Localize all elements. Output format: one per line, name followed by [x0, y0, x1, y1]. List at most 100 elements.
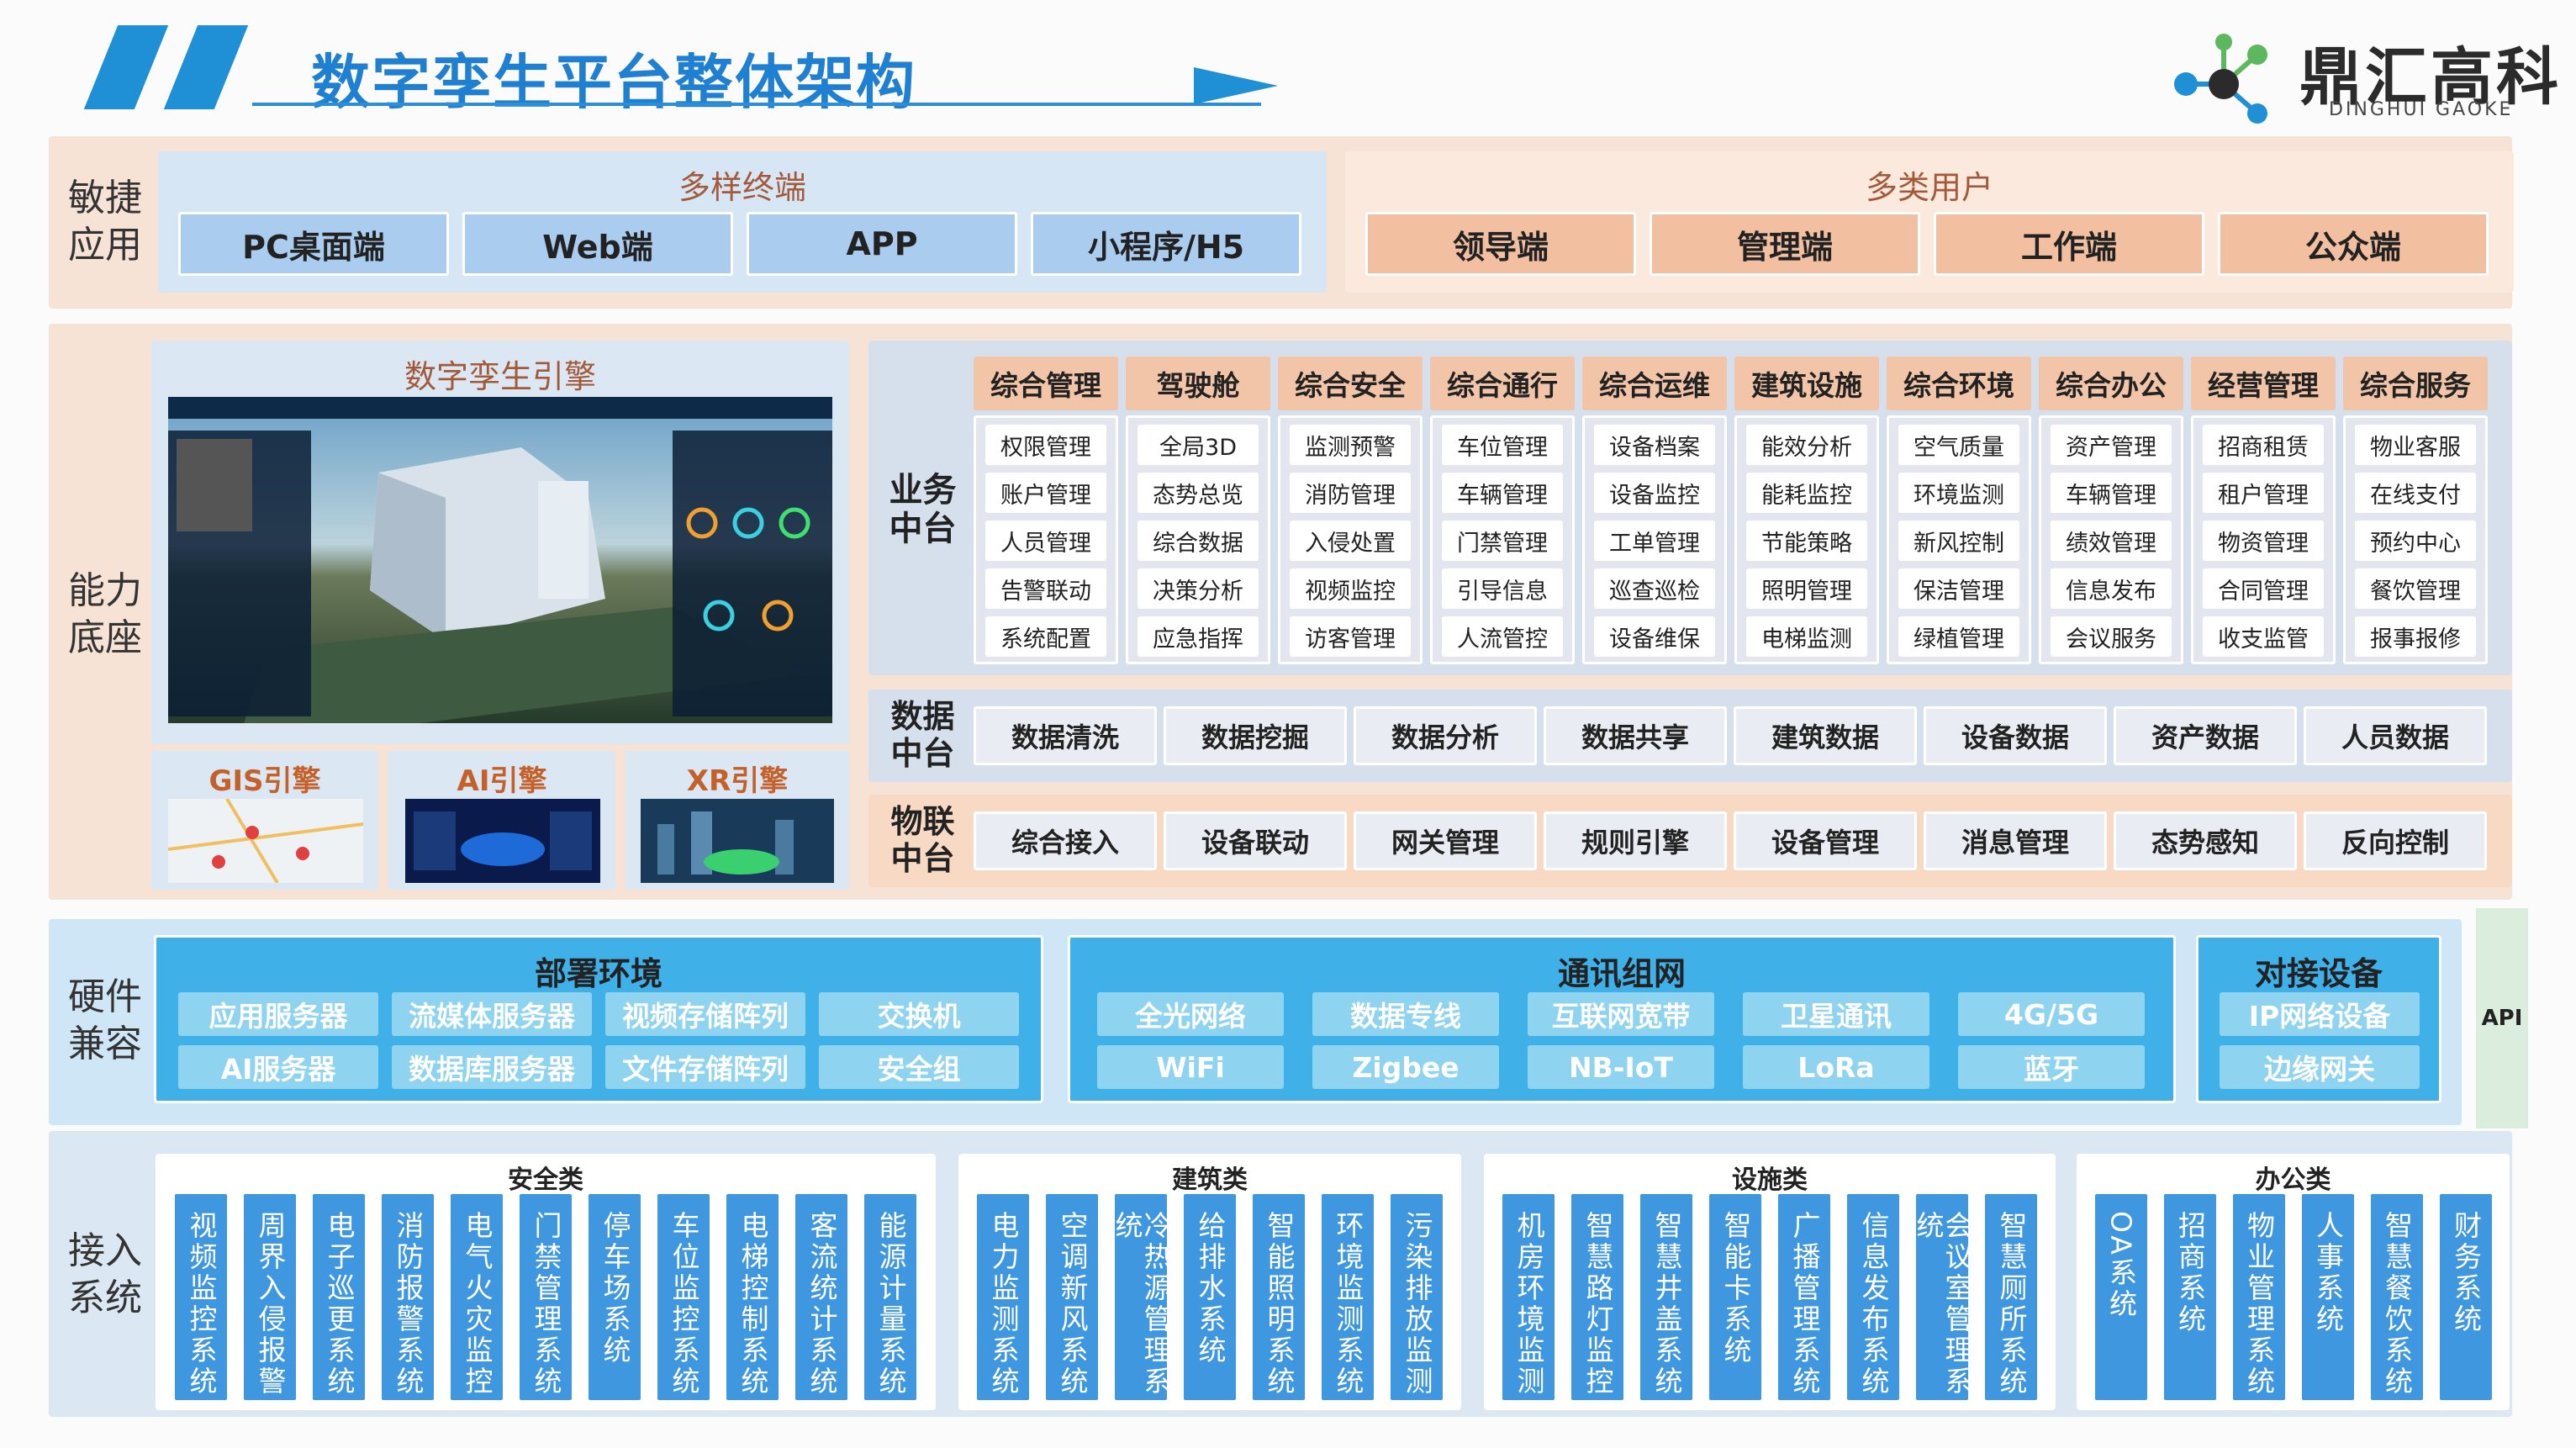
business-item[interactable]: 环境监测 — [1898, 473, 2019, 513]
business-category[interactable]: 综合办公 — [2039, 357, 2183, 410]
business-item[interactable]: 在线支付 — [2355, 473, 2476, 513]
deploy-item[interactable]: 数据库服务器 — [392, 1045, 592, 1089]
business-item[interactable]: 工单管理 — [1594, 521, 1715, 561]
business-item[interactable]: 车位管理 — [1442, 425, 1563, 465]
access-system[interactable]: 电子巡更系统 — [313, 1194, 365, 1400]
access-system[interactable]: 智能卡系统 — [1709, 1194, 1761, 1400]
data-item[interactable]: 数据挖掘 — [1164, 706, 1347, 765]
access-system[interactable]: 智慧路灯监控 — [1571, 1194, 1623, 1400]
terminal-box[interactable]: Web端 — [462, 212, 733, 276]
business-item[interactable]: 节能策略 — [1746, 521, 1867, 561]
business-category[interactable]: 综合运维 — [1582, 357, 1727, 410]
data-item[interactable]: 资产数据 — [2114, 706, 2297, 765]
network-item[interactable]: 数据专线 — [1312, 992, 1499, 1036]
data-item[interactable]: 数据清洗 — [974, 706, 1157, 765]
access-system[interactable]: 视频监控系统 — [175, 1194, 227, 1400]
business-item[interactable]: 应急指挥 — [1138, 616, 1259, 657]
terminal-box[interactable]: PC桌面端 — [178, 212, 449, 276]
business-item[interactable]: 车辆管理 — [1442, 473, 1563, 513]
access-system[interactable]: 电气火灾监控 — [451, 1194, 503, 1400]
access-system[interactable]: 污染排放监测 — [1391, 1194, 1443, 1400]
business-item[interactable]: 巡查巡检 — [1594, 568, 1715, 609]
business-item[interactable]: 设备监控 — [1594, 473, 1715, 513]
iot-item[interactable]: 综合接入 — [974, 811, 1157, 870]
business-category[interactable]: 综合管理 — [974, 357, 1118, 410]
device-item[interactable]: IP网络设备 — [2220, 992, 2420, 1036]
access-system[interactable]: 招商系统 — [2163, 1194, 2216, 1400]
business-item[interactable]: 绿植管理 — [1898, 616, 2019, 657]
terminal-box[interactable]: APP — [747, 212, 1017, 276]
business-item[interactable]: 态势总览 — [1138, 473, 1259, 513]
business-item[interactable]: 能效分析 — [1746, 425, 1867, 465]
deploy-item[interactable]: 安全组 — [819, 1045, 1019, 1089]
business-item[interactable]: 餐饮管理 — [2355, 568, 2476, 609]
business-item[interactable]: 访客管理 — [1290, 616, 1411, 657]
business-item[interactable]: 监测预警 — [1290, 425, 1411, 465]
access-system[interactable]: 物业管理系统 — [2232, 1194, 2285, 1400]
iot-item[interactable]: 网关管理 — [1354, 811, 1537, 870]
business-category[interactable]: 驾驶舱 — [1126, 357, 1270, 410]
device-item[interactable]: 边缘网关 — [2220, 1045, 2420, 1089]
business-item[interactable]: 系统配置 — [985, 616, 1106, 657]
user-box[interactable]: 管理端 — [1650, 212, 1920, 276]
network-item[interactable]: Zigbee — [1312, 1045, 1499, 1089]
business-item[interactable]: 人员管理 — [985, 521, 1106, 561]
deploy-item[interactable]: 视频存储阵列 — [605, 992, 805, 1036]
business-item[interactable]: 空气质量 — [1898, 425, 2019, 465]
deploy-item[interactable]: 交换机 — [819, 992, 1019, 1036]
data-item[interactable]: 数据分析 — [1354, 706, 1537, 765]
network-item[interactable]: 蓝牙 — [1958, 1045, 2145, 1089]
business-item[interactable]: 信息发布 — [2051, 568, 2172, 609]
business-item[interactable]: 合同管理 — [2203, 568, 2324, 609]
access-system[interactable]: 环境监测系统 — [1322, 1194, 1374, 1400]
iot-item[interactable]: 设备联动 — [1164, 811, 1347, 870]
business-item[interactable]: 会议服务 — [2051, 616, 2172, 657]
access-system[interactable]: 停车场系统 — [589, 1194, 641, 1400]
business-item[interactable]: 资产管理 — [2051, 425, 2172, 465]
iot-item[interactable]: 态势感知 — [2114, 811, 2297, 870]
business-item[interactable]: 照明管理 — [1746, 568, 1867, 609]
business-item[interactable]: 视频监控 — [1290, 568, 1411, 609]
network-item[interactable]: 卫星通讯 — [1743, 992, 1929, 1036]
access-system[interactable]: 消防报警系统 — [382, 1194, 434, 1400]
access-system[interactable]: 车位监控系统 — [657, 1194, 710, 1400]
business-item[interactable]: 收支监管 — [2203, 616, 2324, 657]
access-system[interactable]: 客流统计系统 — [795, 1194, 847, 1400]
iot-item[interactable]: 设备管理 — [1734, 811, 1917, 870]
data-item[interactable]: 人员数据 — [2304, 706, 2487, 765]
business-item[interactable]: 人流管控 — [1442, 616, 1563, 657]
deploy-item[interactable]: AI服务器 — [178, 1045, 378, 1089]
access-system[interactable]: 给排水系统 — [1184, 1194, 1236, 1400]
business-item[interactable]: 保洁管理 — [1898, 568, 2019, 609]
network-item[interactable]: LoRa — [1743, 1045, 1929, 1089]
user-box[interactable]: 工作端 — [1934, 212, 2204, 276]
access-system[interactable]: 智慧井盖系统 — [1640, 1194, 1692, 1400]
access-system[interactable]: 智能照明系统 — [1253, 1194, 1305, 1400]
network-item[interactable]: NB-IoT — [1528, 1045, 1714, 1089]
access-system[interactable]: OA系统 — [2094, 1194, 2147, 1400]
iot-item[interactable]: 规则引擎 — [1544, 811, 1727, 870]
access-system[interactable]: 空调新风系统 — [1046, 1194, 1098, 1400]
business-category[interactable]: 综合服务 — [2343, 357, 2488, 410]
access-system[interactable]: 周界入侵报警 — [244, 1194, 296, 1400]
business-category[interactable]: 综合安全 — [1278, 357, 1423, 410]
business-item[interactable]: 消防管理 — [1290, 473, 1411, 513]
user-box[interactable]: 公众端 — [2218, 212, 2489, 276]
iot-item[interactable]: 消息管理 — [1924, 811, 2107, 870]
access-system[interactable]: 人事系统 — [2301, 1194, 2354, 1400]
access-system[interactable]: 电梯控制系统 — [726, 1194, 779, 1400]
business-category[interactable]: 综合环境 — [1887, 357, 2031, 410]
business-item[interactable]: 招商租赁 — [2203, 425, 2324, 465]
business-item[interactable]: 绩效管理 — [2051, 521, 2172, 561]
access-system[interactable]: 门禁管理系统 — [520, 1194, 572, 1400]
business-item[interactable]: 租户管理 — [2203, 473, 2324, 513]
business-item[interactable]: 电梯监测 — [1746, 616, 1867, 657]
business-category[interactable]: 经营管理 — [2191, 357, 2336, 410]
business-category[interactable]: 综合通行 — [1430, 357, 1575, 410]
network-item[interactable]: WiFi — [1097, 1045, 1284, 1089]
business-item[interactable]: 引导信息 — [1442, 568, 1563, 609]
data-item[interactable]: 设备数据 — [1924, 706, 2107, 765]
access-system[interactable]: 广播管理系统 — [1778, 1194, 1830, 1400]
data-item[interactable]: 数据共享 — [1544, 706, 1727, 765]
access-system[interactable]: 能源计量系统 — [864, 1194, 916, 1400]
